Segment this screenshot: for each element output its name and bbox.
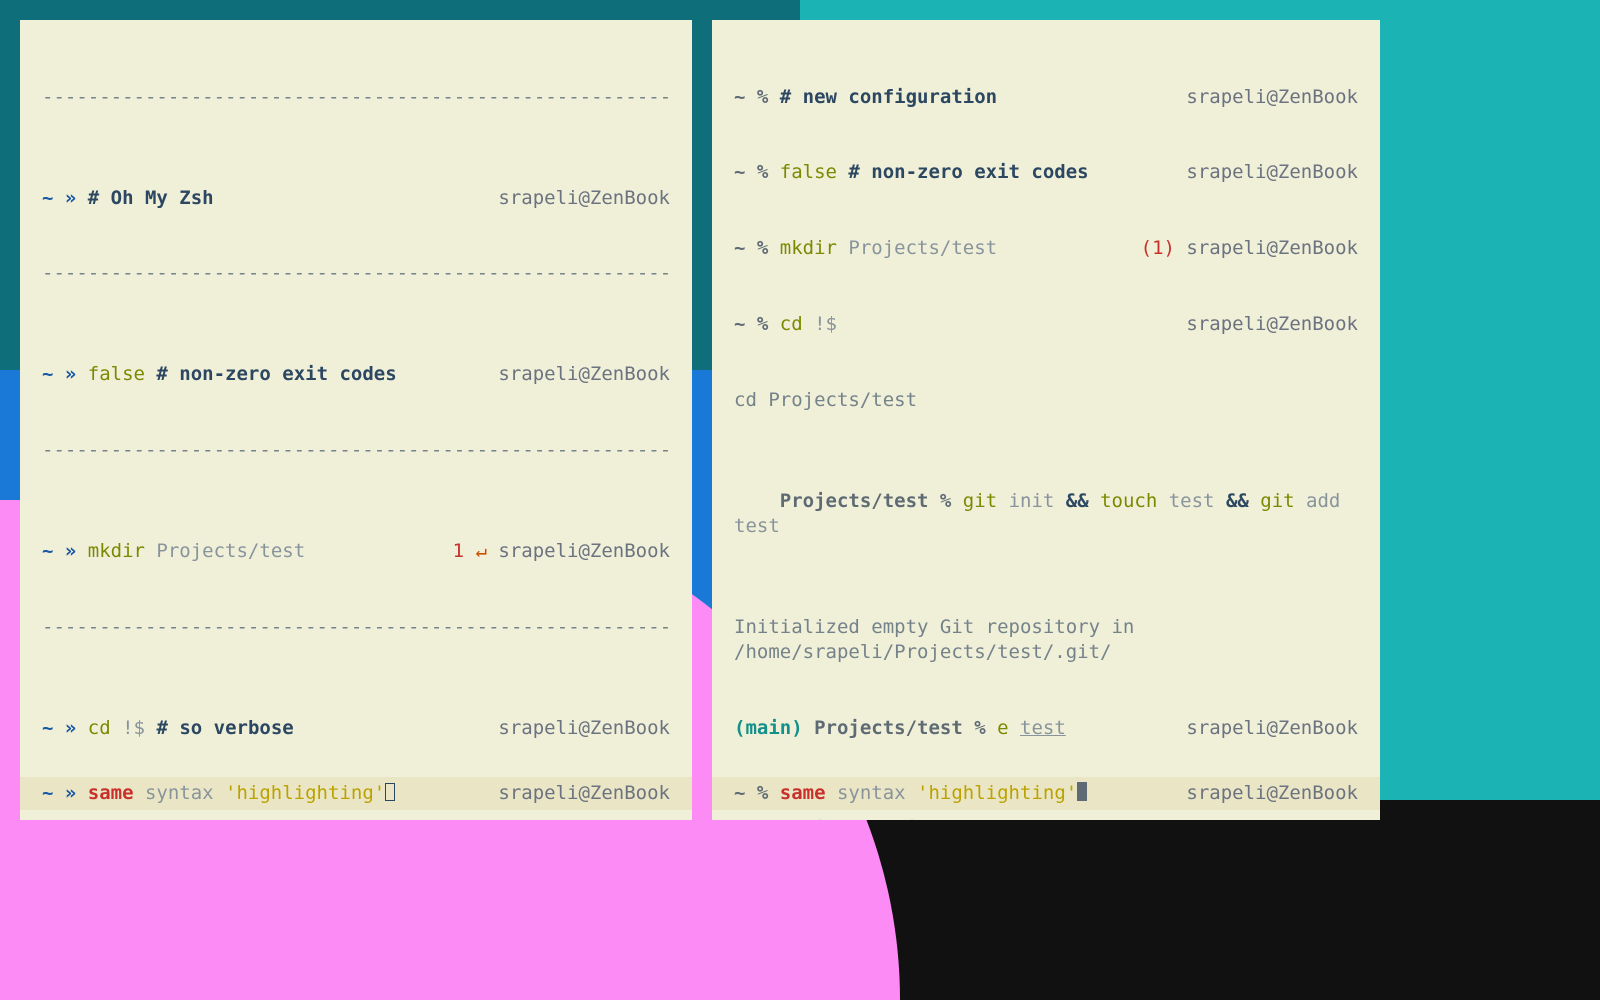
cursor-icon <box>385 783 395 801</box>
cmd-file: test <box>1020 717 1066 739</box>
output-text: Initialized empty Git repository in /hom… <box>734 615 1358 666</box>
user-host: srapeli@ZenBook <box>498 540 670 562</box>
user-host: srapeli@ZenBook <box>1176 312 1358 337</box>
cmd: e <box>986 717 1020 739</box>
command-input-line[interactable]: ~ » same syntax 'highlighting' srapeli@Z… <box>20 777 692 810</box>
user-host: srapeli@ZenBook <box>488 186 670 211</box>
cmd-arg: -p 0/1/2/3/4 <box>1112 818 1261 820</box>
terminal-left[interactable]: ----------------------------------------… <box>20 20 692 820</box>
prompt: ~ % <box>734 782 768 804</box>
cmd-arg: Projects/test <box>837 237 997 259</box>
exit-code: (1) <box>1141 237 1187 259</box>
cmd-cd: cd <box>768 313 802 335</box>
command-input-line[interactable]: ~ % same syntax 'highlighting' srapeli@Z… <box>712 777 1380 810</box>
git-dirty-star: * <box>837 818 848 820</box>
prompt-line: ~ » cd !$ # so verbose srapeli@ZenBook <box>42 716 670 741</box>
string-literal: 'highlighting' <box>214 782 386 804</box>
prompt-line: (main) Projects/test % e test srapeli@Ze… <box>734 716 1358 741</box>
user-host: srapeli@ZenBook <box>1186 237 1358 259</box>
cmd-arg: Projects/test <box>145 540 305 562</box>
cmd-unknown: same <box>76 782 133 804</box>
cmd-cd: cd <box>88 717 111 739</box>
cmd-mkdir: mkdir <box>88 540 145 562</box>
exit-code: 1 <box>453 540 476 562</box>
prompt: ~ » <box>42 782 76 804</box>
prompt-line: ~ » false # non-zero exit codes srapeli@… <box>42 362 670 387</box>
comment: # Oh My Zsh <box>88 187 214 209</box>
comment: # non-zero exit codes <box>837 161 1089 183</box>
comment: # so verbose <box>145 717 294 739</box>
divider: ----------------------------------------… <box>42 85 670 110</box>
prompt: ~ » <box>42 363 76 385</box>
cmd-mkdir: mkdir <box>768 237 837 259</box>
prompt: ~ » <box>42 540 76 562</box>
prompt: ~ % <box>734 161 768 183</box>
prompt: ~ % <box>734 86 768 108</box>
prompt-path: Projects/test % <box>780 490 952 512</box>
prompt-line: ~ » # Oh My Zsh srapeli@ZenBook <box>42 186 670 211</box>
divider: ----------------------------------------… <box>42 615 670 640</box>
prompt-line: ~ % # new configuration srapeli@ZenBook <box>734 85 1358 110</box>
terminal-right[interactable]: ~ % # new configuration srapeli@ZenBook … <box>712 20 1380 820</box>
cmd-arg: !$ <box>111 717 145 739</box>
user-host: srapeli@ZenBook <box>1176 85 1358 110</box>
user-host: srapeli@ZenBook <box>488 781 670 806</box>
cursor-icon <box>1077 782 1087 801</box>
cmd-false: false <box>88 363 145 385</box>
prompt-line: ~ » mkdir Projects/test 1 ↵ srapeli@ZenB… <box>42 539 670 564</box>
prompt-line: Projects/test % git init && touch test &… <box>734 464 1358 565</box>
prompt-path: Projects/test % <box>860 818 1043 820</box>
prompt-path: Projects/test % <box>803 717 986 739</box>
cmd-false: false <box>768 161 837 183</box>
prompt: ~ % <box>734 237 768 259</box>
user-host: srapeli@ZenBook <box>1176 781 1358 806</box>
user-host: srapeli@ZenBook <box>1176 160 1358 185</box>
git-branch: (main) <box>734 717 803 739</box>
git-branch: (main <box>780 818 837 820</box>
divider: ----------------------------------------… <box>42 438 670 463</box>
user-host: srapeli@ZenBook <box>488 362 670 387</box>
cmd-arg: syntax <box>134 782 214 804</box>
divider: ----------------------------------------… <box>42 261 670 286</box>
comment: # new configuration <box>768 86 997 108</box>
return-icon: ↵ <box>476 540 487 562</box>
user-host: srapeli@ZenBook <box>1176 716 1358 741</box>
prompt: ~ » <box>42 717 76 739</box>
cmd-mkdir: mkdir <box>1043 818 1112 820</box>
cmd-arg: !$ <box>803 313 837 335</box>
cmd-unknown: same <box>768 782 825 804</box>
prompt-line: ~ % mkdir Projects/test (1) srapeli@ZenB… <box>734 236 1358 261</box>
prompt: ~ % <box>734 313 768 335</box>
cmd-arg: syntax <box>826 782 906 804</box>
string-literal: 'highlighting' <box>906 782 1078 804</box>
prompt-line: ~ % false # non-zero exit codes srapeli@… <box>734 160 1358 185</box>
output-text: cd Projects/test <box>734 388 1358 413</box>
user-host: srapeli@ZenBook <box>488 716 670 741</box>
prompt-line: ~ % cd !$ srapeli@ZenBook <box>734 312 1358 337</box>
prompt: ~ » <box>42 187 76 209</box>
comment: # non-zero exit codes <box>145 363 397 385</box>
